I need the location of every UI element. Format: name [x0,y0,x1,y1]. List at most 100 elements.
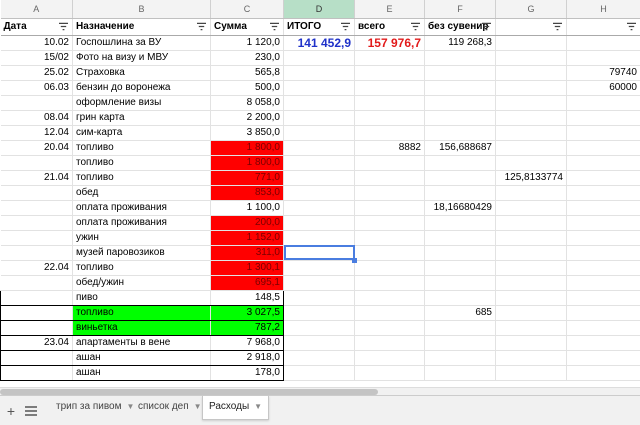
filter-icon[interactable] [627,22,636,31]
cell-f[interactable]: 18,16680429 [424,200,496,216]
cell-b[interactable]: топливо [72,155,211,171]
cell-e[interactable] [354,305,425,321]
cell-c[interactable]: 1 800,0 [210,155,284,171]
cell-b[interactable]: Страховка [72,65,211,81]
cell-c[interactable]: 500,0 [210,80,284,96]
cell-a[interactable]: 21.04 [0,170,73,186]
cell-b[interactable]: топливо [72,305,211,321]
cell-h[interactable] [566,215,640,231]
cell-a[interactable] [0,185,73,201]
header-cell-h[interactable] [566,18,640,36]
cell-g[interactable] [495,215,567,231]
cell-a[interactable] [0,275,73,291]
cell-d[interactable] [283,260,355,276]
cell-e[interactable] [354,95,425,111]
cell-d[interactable] [283,185,355,201]
cell-f[interactable] [424,350,496,366]
cell-b[interactable]: Госпошлина за ВУ [72,35,211,51]
filter-icon[interactable] [482,22,491,31]
cell-e[interactable] [354,290,425,306]
cell-g[interactable] [495,350,567,366]
cell-f[interactable] [424,275,496,291]
column-header-d[interactable]: D [283,0,355,19]
filter-icon[interactable] [341,22,350,31]
cell-d[interactable] [283,95,355,111]
cell-f[interactable]: 685 [424,305,496,321]
cell-a[interactable] [0,155,73,171]
cell-a[interactable] [0,245,73,261]
cell-g[interactable] [495,110,567,126]
cell-e[interactable] [354,335,425,351]
cell-h[interactable] [566,305,640,321]
cell-a[interactable]: 15/02 [0,50,73,66]
cell-g[interactable] [495,125,567,141]
tab-dropdown-icon[interactable]: ▼ [254,396,262,418]
cell-b[interactable]: бензин до воронежа [72,80,211,96]
vsego-total[interactable]: 157 976,7 [354,35,425,51]
cell-c[interactable]: 787,2 [210,320,284,336]
cell-g[interactable] [495,50,567,66]
cell-f[interactable] [424,215,496,231]
column-header-c[interactable]: C [210,0,284,19]
cell-c[interactable]: 1 120,0 [210,35,284,51]
cell-h[interactable] [566,275,640,291]
cell-h[interactable] [566,50,640,66]
cell-a[interactable]: 10.02 [0,35,73,51]
cell-e[interactable] [354,215,425,231]
cell-f[interactable] [424,230,496,246]
cell-d[interactable] [283,155,355,171]
cell-a[interactable]: 06.03 [0,80,73,96]
cell-g[interactable] [495,185,567,201]
cell-g[interactable] [495,290,567,306]
column-header-a[interactable]: A [0,0,73,19]
cell-h[interactable] [566,185,640,201]
cell-h[interactable] [566,335,640,351]
cell-f[interactable] [424,335,496,351]
bez-suvenir-total[interactable]: 119 268,3 [424,35,496,51]
cell-b[interactable]: апартаменты в вене [72,335,211,351]
cell-e[interactable] [354,80,425,96]
cell-b[interactable]: оплата проживания [72,215,211,231]
header-cell-purpose[interactable]: Назначение [72,18,211,36]
cell-c[interactable]: 2 918,0 [210,350,284,366]
cell-f[interactable] [424,65,496,81]
cell-d[interactable] [283,125,355,141]
cell-d[interactable] [283,275,355,291]
cell-a[interactable]: 20.04 [0,140,73,156]
cell-h[interactable] [566,365,640,381]
tab-trip-za-pivom[interactable]: трип за пивом ▼ [50,396,140,418]
cell-b[interactable]: музей паровозиков [72,245,211,261]
cell-e[interactable] [354,275,425,291]
cell-f[interactable] [424,365,496,381]
cell-a[interactable]: 23.04 [0,335,73,351]
cell-b[interactable]: ашан [72,365,211,381]
cell-b[interactable]: топливо [72,260,211,276]
cell-a[interactable] [0,320,73,336]
cell-h[interactable] [566,35,640,51]
cell-f[interactable] [424,95,496,111]
cell-d[interactable] [283,215,355,231]
cell-f[interactable] [424,125,496,141]
cell-b[interactable]: обед/ужин [72,275,211,291]
cell-h[interactable] [566,110,640,126]
cell-g[interactable] [495,200,567,216]
cell-g[interactable] [495,365,567,381]
cell-d[interactable] [283,80,355,96]
cell-h[interactable] [566,140,640,156]
cell-f[interactable] [424,185,496,201]
cell-a[interactable]: 25.02 [0,65,73,81]
cell-c[interactable]: 1 100,0 [210,200,284,216]
cell-f[interactable]: 156,688687 [424,140,496,156]
cell-b[interactable]: Фото на визу и МВУ [72,50,211,66]
cell-c[interactable]: 3 850,0 [210,125,284,141]
cell-a[interactable] [0,200,73,216]
cell-e[interactable] [354,200,425,216]
header-cell-bez-suvenir[interactable]: без сувенир [424,18,496,36]
cell-g[interactable] [495,95,567,111]
cell-c[interactable]: 200,0 [210,215,284,231]
cell-b[interactable]: виньетка [72,320,211,336]
cell-e[interactable] [354,125,425,141]
cell-g[interactable] [495,230,567,246]
cell-h[interactable] [566,200,640,216]
cell-b[interactable]: пиво [72,289,211,306]
